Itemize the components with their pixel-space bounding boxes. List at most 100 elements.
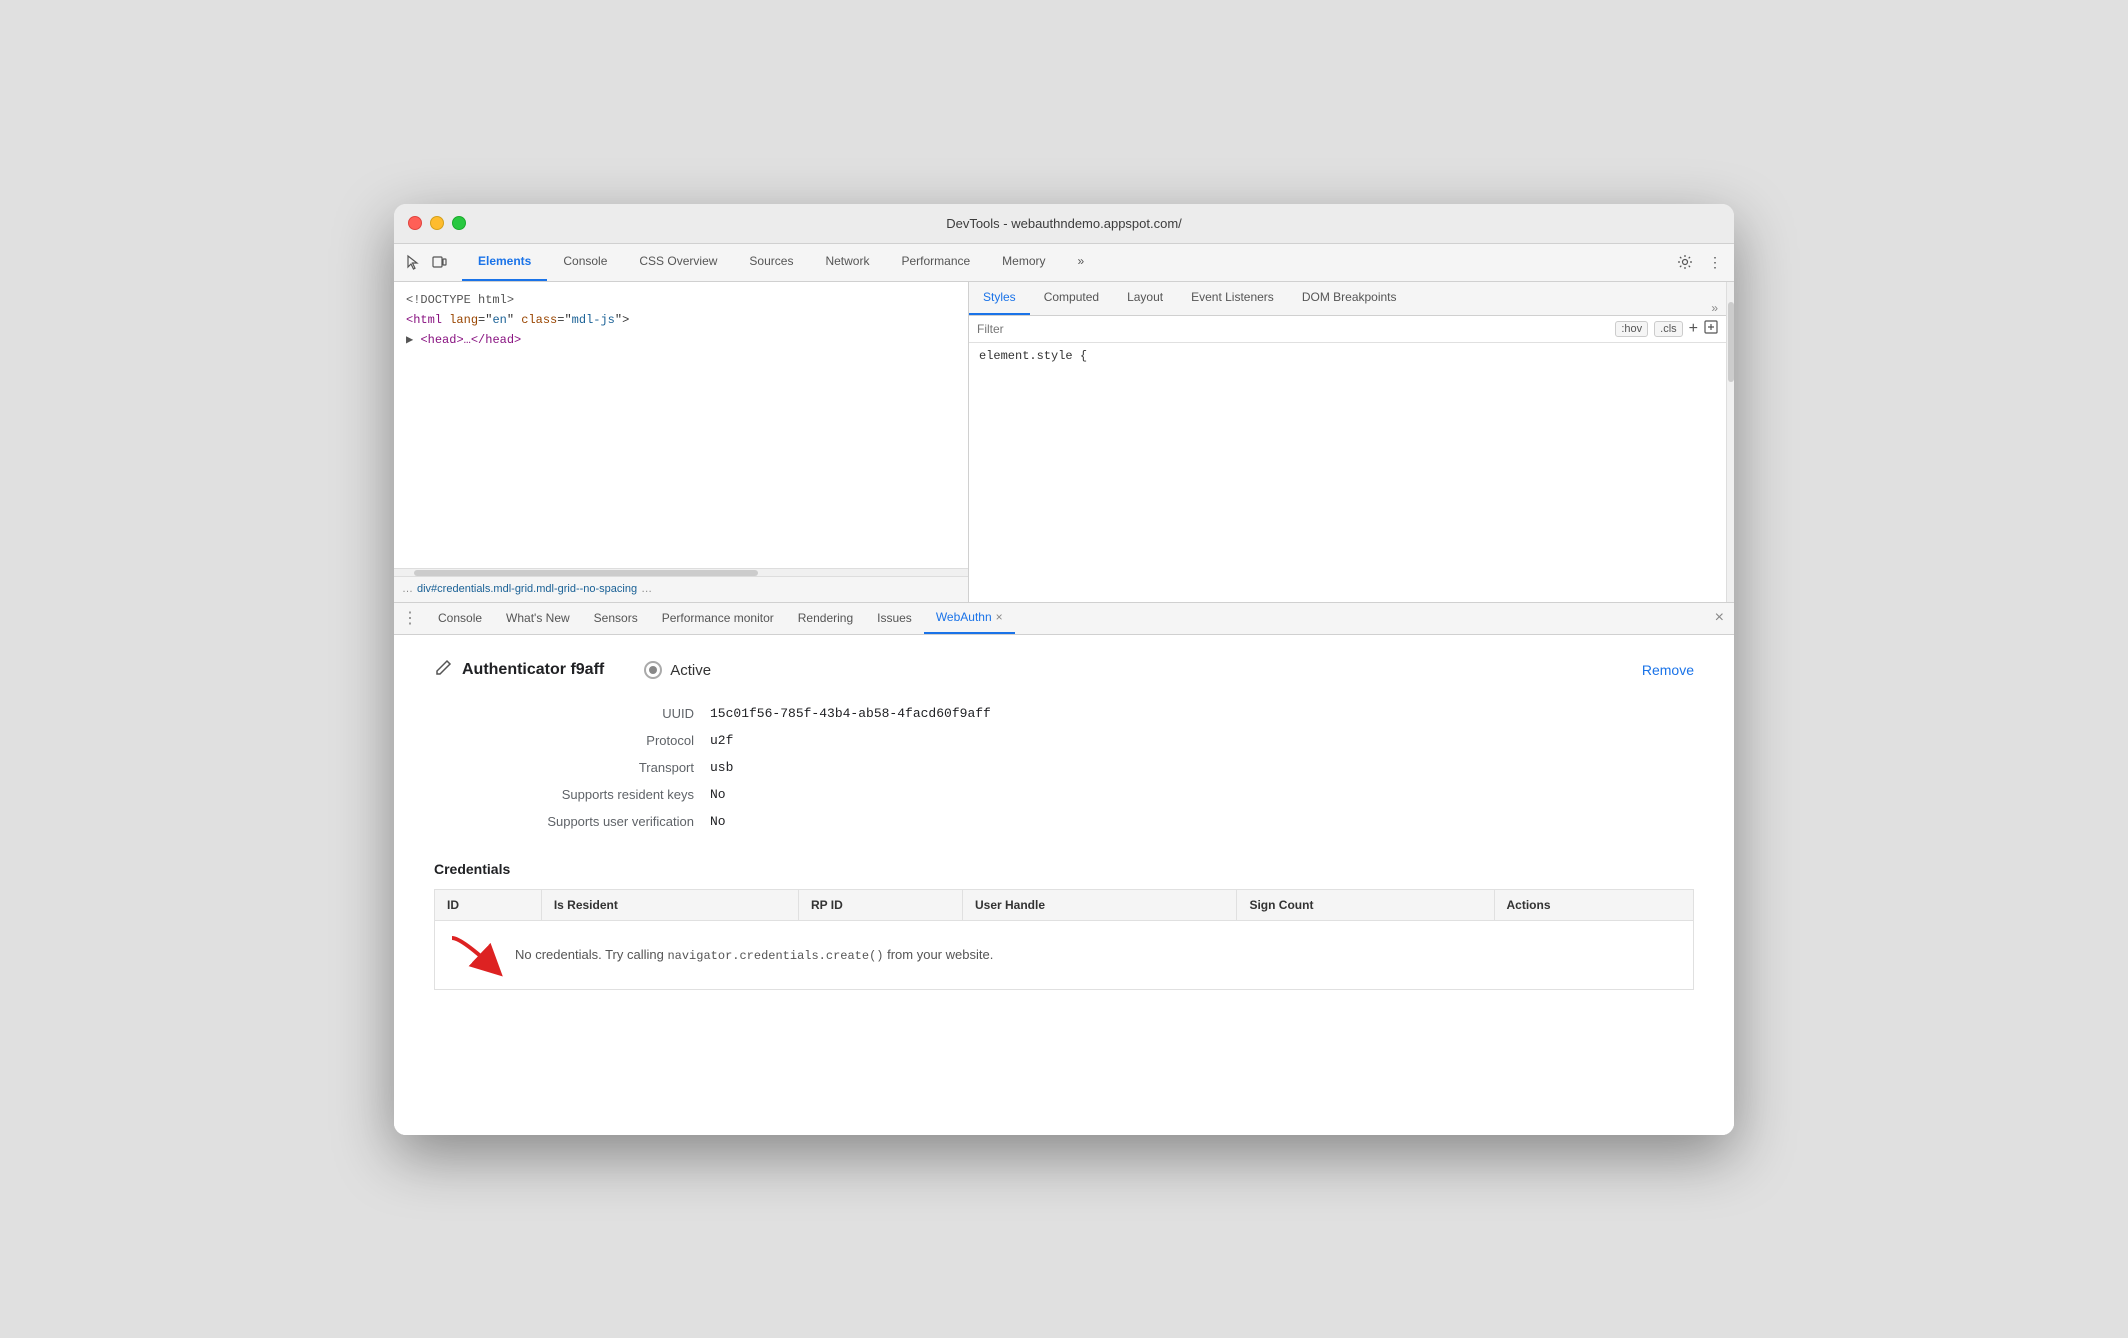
- styles-tabs: Styles Computed Layout Event Listeners D: [969, 282, 1726, 316]
- tab-dom-breakpoints[interactable]: DOM Breakpoints: [1288, 282, 1411, 315]
- credentials-header-row: ID Is Resident RP ID User Handle Sign Co…: [435, 889, 1694, 920]
- drawer-tab-sensors[interactable]: Sensors: [582, 603, 650, 635]
- code-line-head: ▶ <head>…</head>: [406, 330, 956, 350]
- tab-performance[interactable]: Performance: [885, 243, 986, 281]
- element-code: <!DOCTYPE html> <html lang="en" class="m…: [394, 282, 968, 568]
- protocol-value: u2f: [710, 733, 1694, 748]
- tab-more[interactable]: »: [1062, 243, 1101, 281]
- traffic-lights: [408, 216, 466, 230]
- edit-icon[interactable]: [434, 659, 452, 682]
- col-sign-count: Sign Count: [1237, 889, 1494, 920]
- credentials-tbody: No credentials. Try calling navigator.cr…: [435, 920, 1694, 989]
- tab-event-listeners[interactable]: Event Listeners: [1177, 282, 1288, 315]
- horizontal-scrollbar[interactable]: [394, 568, 968, 576]
- active-label: Active: [670, 662, 711, 679]
- minimize-button[interactable]: [430, 216, 444, 230]
- no-credentials-cell: No credentials. Try calling navigator.cr…: [435, 920, 1694, 989]
- credentials-thead: ID Is Resident RP ID User Handle Sign Co…: [435, 889, 1694, 920]
- col-actions: Actions: [1494, 889, 1694, 920]
- filter-controls: :hov .cls +: [1615, 320, 1718, 338]
- tab-css-overview[interactable]: CSS Overview: [623, 243, 733, 281]
- settings-icon[interactable]: [1674, 251, 1696, 273]
- authenticator-name: Authenticator f9aff: [462, 661, 604, 679]
- title-bar: DevTools - webauthndemo.appspot.com/: [394, 204, 1734, 244]
- drawer-close-icon[interactable]: ×: [1705, 609, 1734, 627]
- drawer-tab-rendering[interactable]: Rendering: [786, 603, 865, 635]
- credentials-section: Credentials ID Is Resident RP ID User Ha…: [434, 861, 1694, 990]
- new-style-rule-icon[interactable]: [1704, 320, 1718, 337]
- cls-filter-button[interactable]: .cls: [1654, 321, 1683, 337]
- breadcrumb-selector[interactable]: div#credentials.mdl-grid.mdl-grid--no-sp…: [417, 583, 637, 595]
- drawer-tab-issues[interactable]: Issues: [865, 603, 924, 635]
- transport-label: Transport: [434, 760, 694, 775]
- elements-panel: <!DOCTYPE html> <html lang="en" class="m…: [394, 282, 969, 602]
- content-panels: <!DOCTYPE html> <html lang="en" class="m…: [394, 282, 1726, 602]
- webauthn-tab-close-icon[interactable]: ×: [996, 610, 1003, 624]
- col-user-handle: User Handle: [962, 889, 1236, 920]
- drawer-tabs: ⋮ Console What's New Sensors Performance…: [394, 603, 1734, 635]
- user-verification-label: Supports user verification: [434, 814, 694, 829]
- drawer-tab-performance-monitor[interactable]: Performance monitor: [650, 603, 786, 635]
- styles-content: element.style {: [969, 343, 1726, 369]
- drawer-tab-console[interactable]: Console: [426, 603, 494, 635]
- uuid-label: UUID: [434, 706, 694, 721]
- authenticator-header: Authenticator f9aff Active Remove: [434, 659, 1694, 682]
- add-style-icon[interactable]: +: [1689, 320, 1698, 338]
- tab-console[interactable]: Console: [547, 243, 623, 281]
- styles-filter-input[interactable]: [977, 322, 1607, 336]
- scroll-thumb: [1728, 302, 1734, 382]
- webauthn-content: Authenticator f9aff Active Remove UUID 1…: [394, 635, 1734, 1135]
- protocol-label: Protocol: [434, 733, 694, 748]
- bottom-drawer: ⋮ Console What's New Sensors Performance…: [394, 602, 1734, 1135]
- styles-panel: Styles Computed Layout Event Listeners D: [969, 282, 1726, 602]
- col-id: ID: [435, 889, 542, 920]
- credentials-table: ID Is Resident RP ID User Handle Sign Co…: [434, 889, 1694, 990]
- resident-keys-value: No: [710, 787, 1694, 802]
- code-line-doctype: <!DOCTYPE html>: [406, 290, 956, 310]
- devtools-body: Elements Console CSS Overview Sources Ne…: [394, 244, 1734, 1135]
- no-credentials-text: No credentials. Try calling navigator.cr…: [515, 947, 993, 963]
- radio-button[interactable]: [644, 661, 662, 679]
- tab-elements[interactable]: Elements: [462, 243, 547, 281]
- devtools-window: DevTools - webauthndemo.appspot.com/: [394, 204, 1734, 1135]
- window-title: DevTools - webauthndemo.appspot.com/: [946, 216, 1182, 231]
- no-credentials-row: No credentials. Try calling navigator.cr…: [435, 920, 1694, 989]
- toolbar-end: ⋮: [1674, 251, 1726, 273]
- cursor-icon[interactable]: [402, 251, 424, 273]
- tab-computed[interactable]: Computed: [1030, 282, 1113, 315]
- col-is-resident: Is Resident: [541, 889, 798, 920]
- right-scrollbar[interactable]: [1726, 282, 1734, 602]
- main-content-area: <!DOCTYPE html> <html lang="en" class="m…: [394, 282, 1734, 602]
- uuid-value: 15c01f56-785f-43b4-ab58-4facd60f9aff: [710, 706, 1694, 721]
- user-verification-value: No: [710, 814, 1694, 829]
- tab-network[interactable]: Network: [809, 243, 885, 281]
- maximize-button[interactable]: [452, 216, 466, 230]
- more-menu-icon[interactable]: ⋮: [1704, 251, 1726, 273]
- resident-keys-label: Supports resident keys: [434, 787, 694, 802]
- remove-link[interactable]: Remove: [1642, 662, 1694, 678]
- tab-memory[interactable]: Memory: [986, 243, 1061, 281]
- hov-filter-button[interactable]: :hov: [1615, 321, 1648, 337]
- close-button[interactable]: [408, 216, 422, 230]
- code-line-html: <html lang="en" class="mdl-js">: [406, 310, 956, 330]
- active-radio[interactable]: Active: [644, 661, 711, 679]
- credentials-title: Credentials: [434, 861, 1694, 877]
- red-arrow-icon: [447, 933, 507, 977]
- tab-layout[interactable]: Layout: [1113, 282, 1177, 315]
- authenticator-info-grid: UUID 15c01f56-785f-43b4-ab58-4facd60f9af…: [434, 706, 1694, 829]
- styles-tab-more[interactable]: »: [1711, 301, 1726, 315]
- drawer-tab-webauthn[interactable]: WebAuthn ×: [924, 603, 1015, 635]
- device-toggle-icon[interactable]: [428, 251, 450, 273]
- breadcrumb-bar: … div#credentials.mdl-grid.mdl-grid--no-…: [394, 576, 968, 602]
- tab-styles[interactable]: Styles: [969, 282, 1030, 315]
- top-toolbar: Elements Console CSS Overview Sources Ne…: [394, 244, 1734, 282]
- radio-inner: [649, 666, 657, 674]
- transport-value: usb: [710, 760, 1694, 775]
- tab-sources[interactable]: Sources: [733, 243, 809, 281]
- toolbar-icons: [402, 251, 450, 273]
- main-tabs: Elements Console CSS Overview Sources Ne…: [462, 243, 1100, 281]
- col-rp-id: RP ID: [798, 889, 962, 920]
- styles-filter-bar: :hov .cls +: [969, 316, 1726, 343]
- drawer-tab-whats-new[interactable]: What's New: [494, 603, 582, 635]
- drawer-menu-icon[interactable]: ⋮: [394, 608, 426, 628]
